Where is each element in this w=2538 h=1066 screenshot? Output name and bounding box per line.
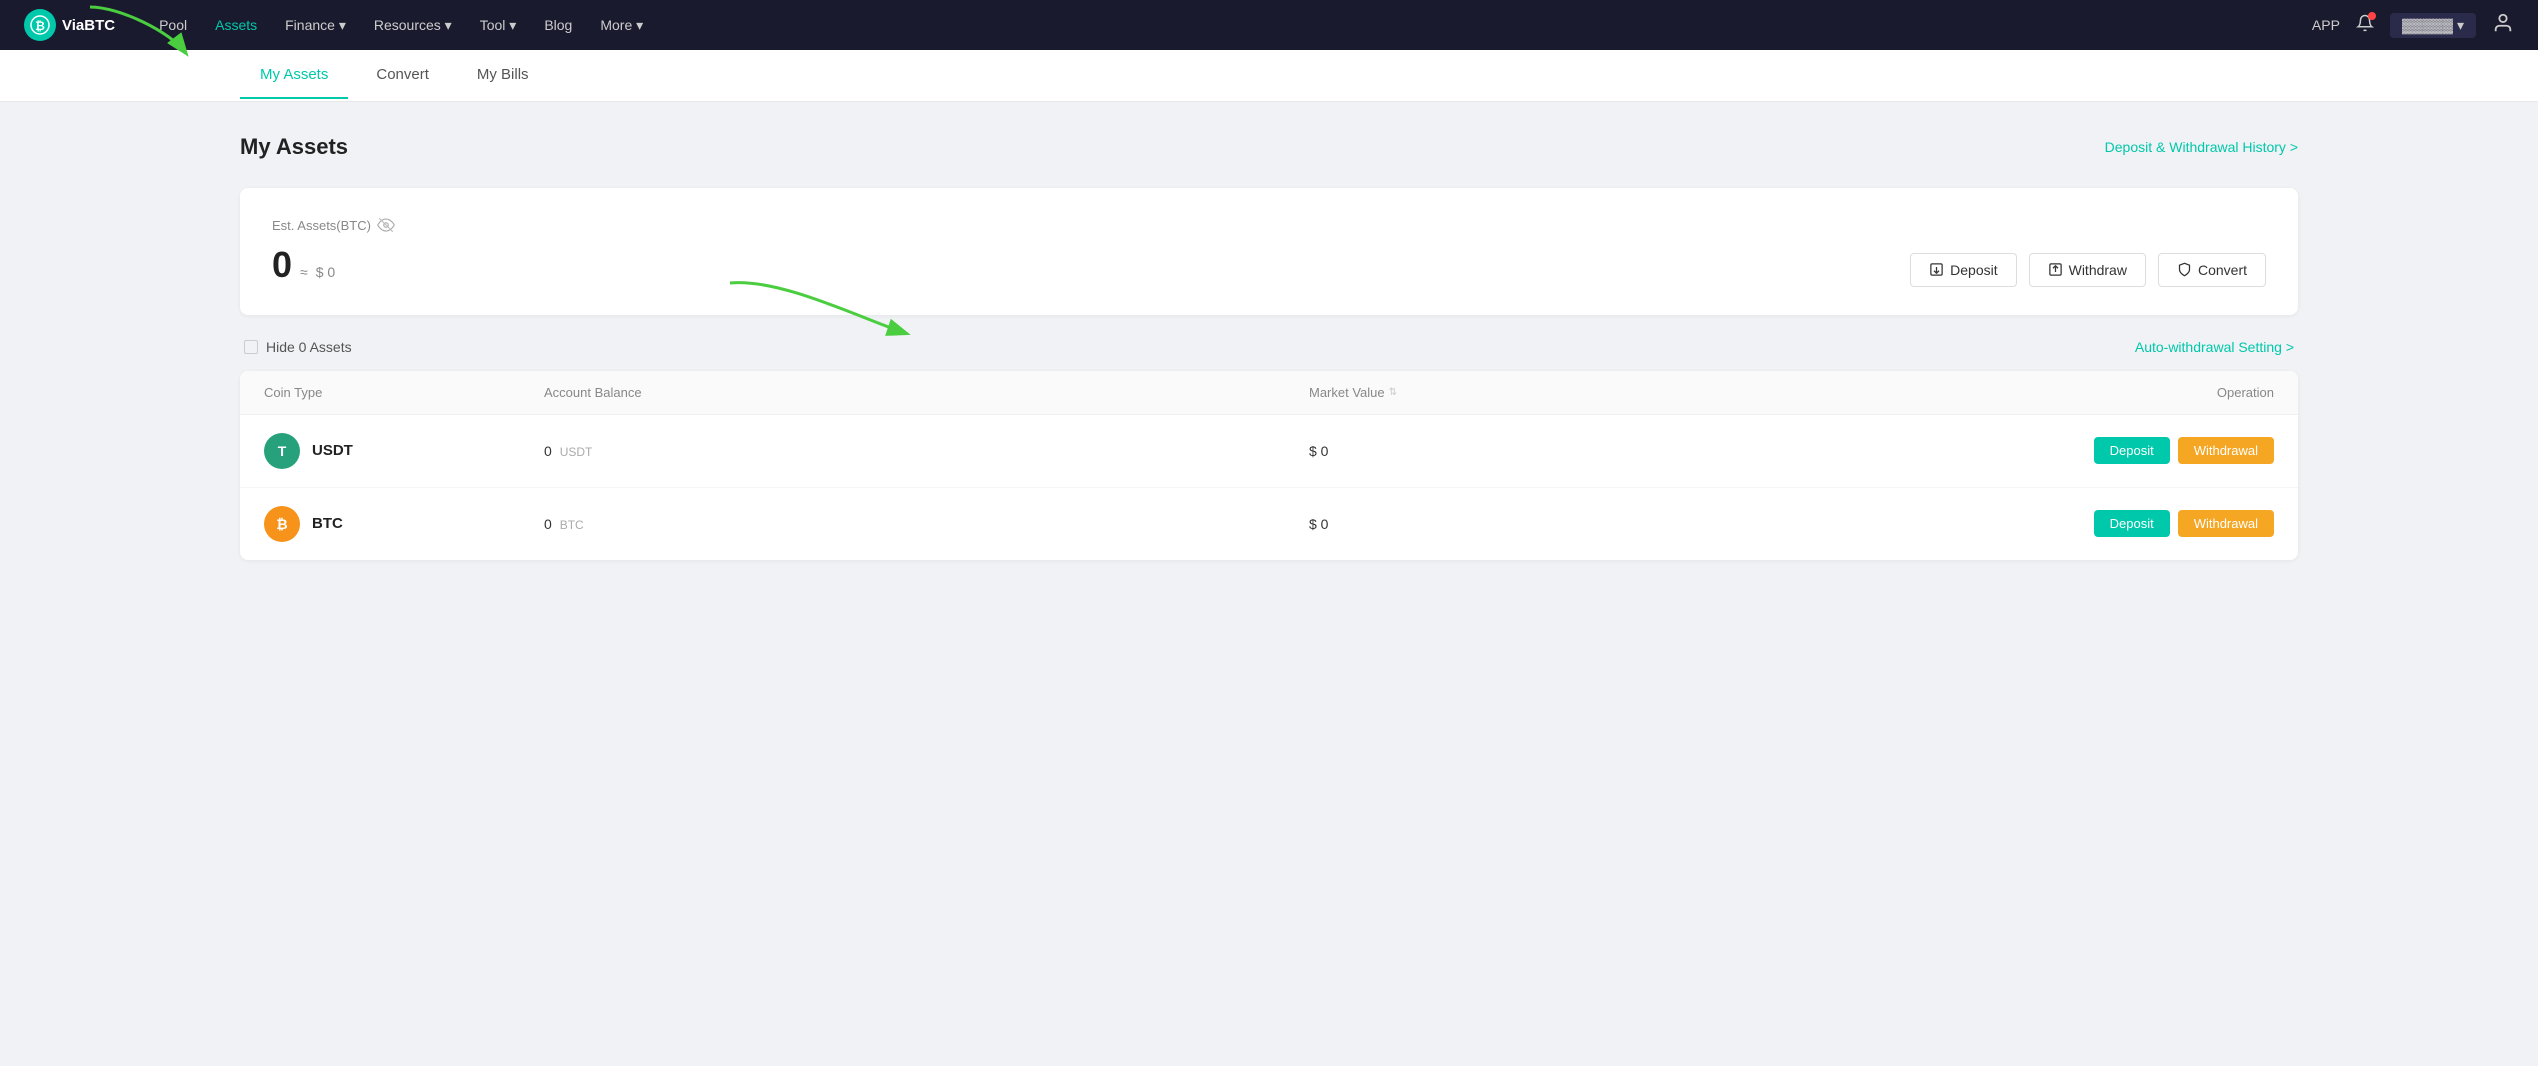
th-coin-type: Coin Type <box>264 385 544 400</box>
assets-number: 0 <box>272 244 292 286</box>
user-label: ▓▓▓▓▓ <box>2402 17 2453 33</box>
btc-deposit-button[interactable]: Deposit <box>2094 510 2170 537</box>
coin-cell-btc: ₿ BTC <box>264 506 544 542</box>
page-title: My Assets <box>240 134 348 160</box>
nav-resources[interactable]: Resources ▾ <box>362 11 464 40</box>
tab-my-bills[interactable]: My Bills <box>457 52 549 99</box>
sort-icon[interactable]: ⇅ <box>1389 387 1397 398</box>
auto-withdrawal-link[interactable]: Auto-withdrawal Setting > <box>2135 339 2294 355</box>
table-row: ₿ BTC 0 BTC $ 0 Deposit Withdrawal <box>240 488 2298 560</box>
assets-approx: ≈ <box>300 264 308 280</box>
btc-market-value: $ 0 <box>1309 516 2074 532</box>
table-controls: Hide 0 Assets Auto-withdrawal Setting > <box>240 339 2298 355</box>
table-header: Coin Type Account Balance Market Value ⇅… <box>240 371 2298 415</box>
user-menu-button[interactable]: ▓▓▓▓▓ ▾ <box>2390 13 2476 38</box>
btc-operations: Deposit Withdrawal <box>2074 510 2274 537</box>
th-operation: Operation <box>2074 385 2274 400</box>
assets-usd: $ 0 <box>316 264 335 280</box>
nav-finance[interactable]: Finance ▾ <box>273 11 358 40</box>
withdraw-button[interactable]: Withdraw <box>2029 253 2146 287</box>
nav-blog[interactable]: Blog <box>532 11 584 39</box>
tab-my-assets[interactable]: My Assets <box>240 52 348 99</box>
usdt-icon: T <box>264 433 300 469</box>
btc-withdrawal-button[interactable]: Withdrawal <box>2178 510 2274 537</box>
nav-more[interactable]: More ▾ <box>588 11 655 40</box>
eye-icon[interactable] <box>377 216 395 234</box>
assets-value: 0 ≈ $ 0 <box>272 244 335 286</box>
usdt-deposit-button[interactable]: Deposit <box>2094 437 2170 464</box>
arrow-middle-annotation <box>720 268 920 353</box>
main-content: My Assets Deposit & Withdrawal History >… <box>0 102 2538 592</box>
nav-right: APP ▓▓▓▓▓ ▾ <box>2312 12 2514 39</box>
coin-name-usdt: USDT <box>312 442 353 459</box>
subnav: My Assets Convert My Bills <box>0 50 2538 102</box>
navbar: ₿ ViaBTC Pool Assets Finance ▾ Resources… <box>0 0 2538 50</box>
usdt-withdrawal-button[interactable]: Withdrawal <box>2178 437 2274 464</box>
arrow-top-annotation <box>80 2 200 62</box>
assets-value-row: 0 ≈ $ 0 Deposit <box>272 244 2266 287</box>
assets-actions: Deposit Withdraw Convert <box>1910 253 2266 287</box>
deposit-icon <box>1929 262 1944 277</box>
est-assets-label: Est. Assets(BTC) <box>272 216 2266 234</box>
table-row: T USDT 0 USDT $ 0 Deposit Withdrawal <box>240 415 2298 488</box>
usdt-market-value: $ 0 <box>1309 443 2074 459</box>
usdt-balance: 0 USDT <box>544 443 1309 459</box>
assets-summary-card: Est. Assets(BTC) 0 ≈ $ 0 <box>240 188 2298 315</box>
user-profile-icon[interactable] <box>2492 12 2514 39</box>
nav-items: Pool Assets Finance ▾ Resources ▾ Tool ▾… <box>147 11 2312 40</box>
user-dropdown-icon: ▾ <box>2457 17 2464 34</box>
nav-tool[interactable]: Tool ▾ <box>468 11 529 40</box>
assets-table: Coin Type Account Balance Market Value ⇅… <box>240 371 2298 560</box>
deposit-button[interactable]: Deposit <box>1910 253 2016 287</box>
svg-text:₿: ₿ <box>35 19 45 33</box>
hide-zero-label[interactable]: Hide 0 Assets <box>244 339 352 355</box>
convert-button[interactable]: Convert <box>2158 253 2266 287</box>
notification-dot <box>2368 12 2376 20</box>
btc-balance: 0 BTC <box>544 516 1309 532</box>
th-account-balance: Account Balance <box>544 385 1309 400</box>
tab-convert[interactable]: Convert <box>356 52 449 99</box>
convert-icon <box>2177 262 2192 277</box>
th-market-value: Market Value ⇅ <box>1309 385 2074 400</box>
hide-zero-checkbox[interactable] <box>244 340 258 354</box>
withdraw-icon <box>2048 262 2063 277</box>
page-header: My Assets Deposit & Withdrawal History > <box>240 134 2298 160</box>
usdt-operations: Deposit Withdrawal <box>2074 437 2274 464</box>
btc-icon: ₿ <box>264 506 300 542</box>
notification-bell[interactable] <box>2356 14 2374 37</box>
app-link[interactable]: APP <box>2312 17 2340 33</box>
coin-cell-usdt: T USDT <box>264 433 544 469</box>
coin-name-btc: BTC <box>312 515 343 532</box>
logo-icon: ₿ <box>24 9 56 41</box>
history-link[interactable]: Deposit & Withdrawal History > <box>2105 139 2298 155</box>
nav-assets[interactable]: Assets <box>203 11 269 39</box>
